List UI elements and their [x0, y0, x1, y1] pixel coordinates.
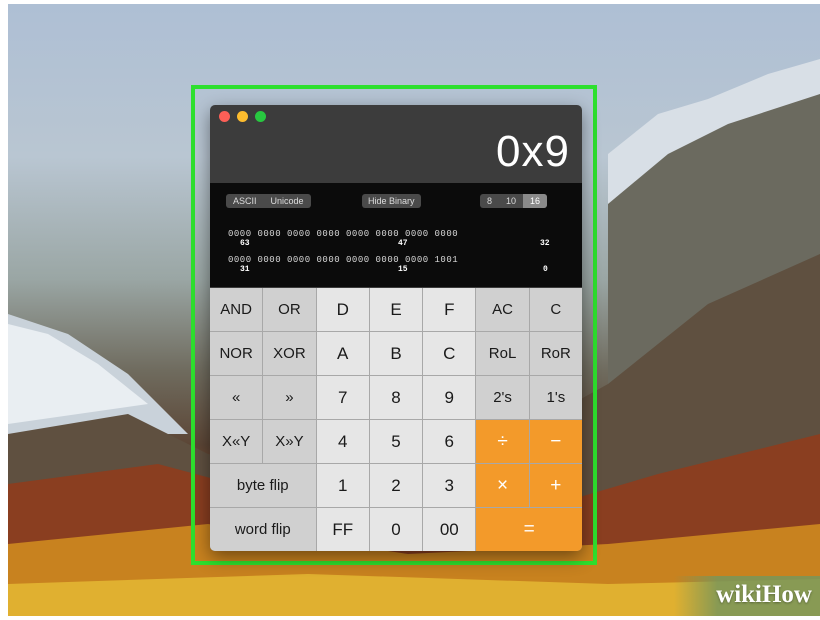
subtract-key[interactable]: −	[529, 420, 582, 463]
bit-index: 32	[540, 239, 550, 248]
word-flip-key[interactable]: word flip	[210, 508, 316, 551]
base-selector: 8 10 16	[480, 194, 548, 208]
eight-key[interactable]: 8	[369, 376, 423, 419]
and-key[interactable]: AND	[210, 288, 263, 331]
four-key[interactable]: 4	[316, 420, 369, 463]
hex-d-key[interactable]: D	[316, 288, 369, 331]
binary-bits[interactable]: 0000 0000 0000 0000 0000 0000 0000 0000	[228, 229, 458, 239]
window-controls	[219, 111, 266, 122]
minimize-button[interactable]	[237, 111, 248, 122]
binary-bits[interactable]: 0000 0000 0000 0000 0000 0000 0000 1001	[228, 255, 458, 265]
shift-left-key[interactable]: «	[210, 376, 263, 419]
nine-key[interactable]: 9	[423, 376, 476, 419]
seven-key[interactable]: 7	[316, 376, 369, 419]
watermark-text: wikiHow	[716, 581, 812, 608]
encoding-toggle: ASCII Unicode	[226, 194, 311, 208]
binary-panel: ASCII Unicode Hide Binary 8 10 16 0000 0…	[210, 183, 582, 287]
equals-key[interactable]: =	[476, 508, 582, 551]
xor-key[interactable]: XOR	[263, 332, 316, 375]
base-10-button[interactable]: 10	[499, 194, 523, 208]
result-display: 0x9	[496, 127, 570, 176]
byte-flip-key[interactable]: byte flip	[210, 464, 316, 507]
close-button[interactable]	[219, 111, 230, 122]
nor-key[interactable]: NOR	[210, 332, 263, 375]
divide-key[interactable]: ÷	[476, 420, 529, 463]
clear-key[interactable]: C	[529, 288, 582, 331]
hex-b-key[interactable]: B	[369, 332, 423, 375]
base-8-button[interactable]: 8	[480, 194, 499, 208]
twos-complement-key[interactable]: 2's	[476, 376, 529, 419]
hex-c-key[interactable]: C	[423, 332, 476, 375]
keypad: AND OR D E F AC C NOR XOR A B C RoL RoR …	[210, 288, 582, 551]
add-key[interactable]: +	[529, 464, 582, 507]
zoom-button[interactable]	[255, 111, 266, 122]
bit-index: 15	[398, 265, 408, 274]
six-key[interactable]: 6	[423, 420, 476, 463]
ff-key[interactable]: FF	[316, 508, 369, 551]
zero-key[interactable]: 0	[369, 508, 423, 551]
or-key[interactable]: OR	[263, 288, 316, 331]
bit-index: 31	[240, 265, 250, 274]
all-clear-key[interactable]: AC	[476, 288, 529, 331]
base-16-button[interactable]: 16	[523, 194, 548, 208]
three-key[interactable]: 3	[423, 464, 476, 507]
ones-complement-key[interactable]: 1's	[529, 376, 582, 419]
calculator-window: 0x9 ASCII Unicode Hide Binary 8 10 16 00…	[210, 105, 582, 551]
bit-index: 47	[398, 239, 408, 248]
one-key[interactable]: 1	[316, 464, 369, 507]
bit-index: 63	[240, 239, 250, 248]
bit-index: 0	[543, 265, 548, 274]
hide-binary-button[interactable]: Hide Binary	[362, 194, 421, 208]
wikihow-watermark: wikiHow	[674, 576, 820, 616]
rotate-left-key[interactable]: RoL	[476, 332, 529, 375]
rotate-right-key[interactable]: RoR	[529, 332, 582, 375]
hex-a-key[interactable]: A	[316, 332, 369, 375]
shift-right-key[interactable]: »	[263, 376, 316, 419]
hex-e-key[interactable]: E	[369, 288, 423, 331]
double-zero-key[interactable]: 00	[423, 508, 476, 551]
x-shift-right-y-key[interactable]: X»Y	[263, 420, 316, 463]
x-shift-left-y-key[interactable]: X«Y	[210, 420, 263, 463]
unicode-button[interactable]: Unicode	[264, 194, 311, 208]
five-key[interactable]: 5	[369, 420, 423, 463]
hex-f-key[interactable]: F	[423, 288, 476, 331]
ascii-button[interactable]: ASCII	[226, 194, 264, 208]
two-key[interactable]: 2	[369, 464, 423, 507]
multiply-key[interactable]: ×	[476, 464, 529, 507]
